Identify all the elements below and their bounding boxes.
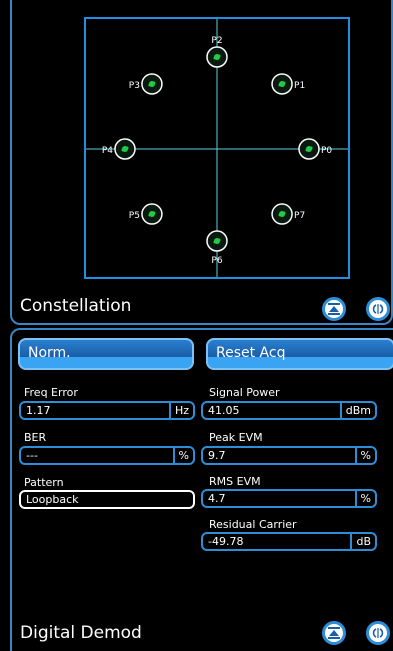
residual-carrier-value: -49.78: [208, 535, 244, 548]
constellation-point-label: P5: [129, 211, 140, 221]
peak-evm-label: Peak EVM: [209, 431, 263, 444]
constellation-point-p7: P7: [271, 203, 305, 225]
signal-power-label: Signal Power: [209, 386, 280, 399]
constellation-panel: P0 P1 P2 P3 P4 P5 P6 P7 Constellation: [10, 0, 393, 325]
constellation-point-p0: P0: [298, 138, 332, 160]
digital-demod-panel: Norm. Reset Acq Freq Error 1.17 Hz BER -…: [10, 328, 393, 651]
rotate-button[interactable]: [366, 621, 390, 645]
peak-evm-value: 9.7: [208, 449, 226, 462]
rotate-icon: [372, 304, 384, 314]
norm-button[interactable]: Norm.: [18, 338, 194, 370]
rms-evm-value: 4.7: [208, 492, 226, 505]
constellation-point-label: P6: [211, 256, 222, 266]
signal-power-value: 41.05: [208, 404, 240, 417]
reset-acq-button[interactable]: Reset Acq: [206, 338, 393, 370]
constellation-point-p5: P5: [129, 203, 163, 225]
constellation-diagram: P0 P1 P2 P3 P4 P5 P6 P7: [86, 19, 348, 277]
residual-carrier-unit: dB: [350, 534, 375, 549]
signal-power-field: 41.05 dBm: [201, 401, 377, 420]
pattern-label: Pattern: [24, 476, 64, 489]
freq-error-unit: Hz: [168, 403, 193, 418]
ber-label: BER: [24, 431, 47, 444]
minimize-button[interactable]: [322, 621, 346, 645]
ber-field: --- %: [19, 446, 195, 465]
constellation-point-p4: P4: [102, 138, 136, 160]
constellation-point-p1: P1: [271, 73, 305, 95]
signal-power-unit: dBm: [339, 403, 375, 418]
rms-evm-unit: %: [354, 491, 375, 506]
digital-demod-title: Digital Demod: [20, 623, 142, 643]
rotate-button[interactable]: [366, 297, 390, 321]
collapse-icon: [328, 303, 340, 315]
constellation-point-label: P1: [294, 81, 305, 91]
freq-error-value: 1.17: [26, 404, 51, 417]
peak-evm-unit: %: [354, 448, 375, 463]
reset-acq-button-label: Reset Acq: [216, 345, 286, 361]
constellation-point-label: P0: [321, 146, 332, 156]
pattern-value: Loopback: [26, 493, 79, 506]
constellation-point-label: P3: [129, 81, 140, 91]
rms-evm-label: RMS EVM: [209, 475, 261, 488]
rms-evm-field: 4.7 %: [201, 489, 377, 508]
collapse-icon: [328, 627, 340, 639]
constellation-point-p3: P3: [129, 73, 163, 95]
constellation-point-label: P7: [294, 211, 305, 221]
constellation-point-p6: P6: [206, 230, 228, 266]
constellation-point-label: P4: [102, 146, 113, 156]
ber-unit: %: [172, 448, 193, 463]
ber-value: ---: [26, 449, 38, 462]
residual-carrier-label: Residual Carrier: [209, 518, 297, 531]
peak-evm-field: 9.7 %: [201, 446, 377, 465]
minimize-button[interactable]: [322, 297, 346, 321]
freq-error-label: Freq Error: [24, 386, 78, 399]
residual-carrier-field: -49.78 dB: [201, 532, 377, 551]
constellation-title: Constellation: [20, 296, 132, 316]
freq-error-field: 1.17 Hz: [19, 401, 195, 420]
pattern-field[interactable]: Loopback: [19, 490, 195, 509]
rotate-icon: [372, 628, 384, 638]
constellation-plot: P0 P1 P2 P3 P4 P5 P6 P7: [84, 17, 350, 279]
constellation-point-label: P2: [211, 36, 222, 46]
constellation-point-p2: P2: [206, 36, 228, 68]
norm-button-label: Norm.: [28, 345, 71, 361]
